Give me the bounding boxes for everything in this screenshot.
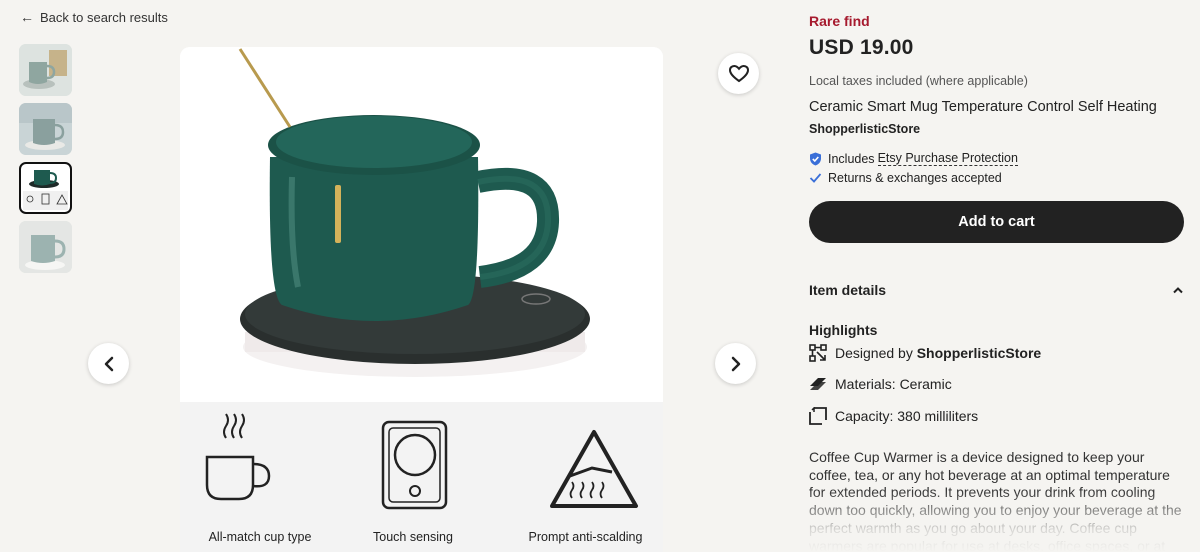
design-tool-icon bbox=[809, 344, 827, 362]
chevron-left-icon bbox=[104, 356, 113, 371]
returns-label: Returns & exchanges accepted bbox=[828, 171, 1002, 185]
price: USD 19.00 bbox=[809, 36, 914, 59]
designed-by-shop-link[interactable]: ShopperlisticStore bbox=[917, 345, 1041, 361]
purchase-protection: Includes Etsy Purchase Protection bbox=[809, 151, 1018, 166]
item-description: Coffee Cup Warmer is a device designed t… bbox=[809, 449, 1182, 552]
chevron-up-icon bbox=[1173, 287, 1183, 294]
feature-cup-type: All-match cup type bbox=[180, 402, 340, 552]
highlight-designed-by: Designed by ShopperlisticStore bbox=[809, 344, 1041, 362]
taxes-note: Local taxes included (where applicable) bbox=[809, 74, 1028, 88]
mug-photo bbox=[180, 47, 663, 402]
designed-by-label: Designed by bbox=[835, 345, 913, 361]
rare-find-badge: Rare find bbox=[809, 13, 870, 29]
shield-check-icon bbox=[810, 152, 821, 165]
material-icon bbox=[810, 378, 826, 390]
feature-label: Prompt anti-scalding bbox=[528, 530, 643, 544]
product-title: Ceramic Smart Mug Temperature Control Se… bbox=[809, 99, 1157, 115]
returns-accepted: Returns & exchanges accepted bbox=[809, 171, 1002, 185]
next-image-button[interactable] bbox=[715, 343, 756, 384]
favorite-button[interactable] bbox=[718, 53, 759, 94]
feature-touch-sensing: Touch sensing bbox=[333, 402, 493, 552]
feature-label: Touch sensing bbox=[373, 530, 453, 544]
highlights-heading: Highlights bbox=[809, 322, 878, 338]
thumbnail-3[interactable] bbox=[19, 162, 72, 214]
capacity-icon bbox=[809, 407, 827, 425]
purchase-protection-link[interactable]: Etsy Purchase Protection bbox=[877, 151, 1018, 166]
thumbnail-2[interactable] bbox=[19, 103, 72, 155]
back-to-search-link[interactable]: ← Back to search results bbox=[20, 9, 168, 25]
back-link-label: Back to search results bbox=[40, 9, 168, 25]
materials-text: Materials: Ceramic bbox=[835, 376, 952, 392]
item-details-heading: Item details bbox=[809, 282, 887, 298]
capacity-text: Capacity: 380 milliliters bbox=[835, 408, 979, 424]
warning-hot-icon bbox=[550, 430, 638, 508]
chevron-right-icon bbox=[731, 356, 740, 371]
arrow-left-icon: ← bbox=[20, 9, 34, 25]
feature-label: All-match cup type bbox=[208, 530, 312, 544]
thumbnail-list bbox=[19, 44, 72, 273]
features-strip: All-match cup type Touch sensing Prompt … bbox=[180, 402, 663, 552]
highlight-capacity: Capacity: 380 milliliters bbox=[809, 407, 978, 425]
highlight-materials: Materials: Ceramic bbox=[809, 376, 952, 392]
add-to-cart-button[interactable]: Add to cart bbox=[809, 201, 1184, 243]
checkmark-icon bbox=[809, 173, 822, 183]
protection-prefix: Includes bbox=[828, 151, 875, 166]
feature-anti-scalding: Prompt anti-scalding bbox=[508, 402, 663, 552]
touch-panel-icon bbox=[381, 420, 448, 510]
shop-name-link[interactable]: ShopperlisticStore bbox=[809, 122, 920, 136]
item-details-toggle[interactable]: Item details bbox=[809, 282, 1184, 298]
heart-icon bbox=[728, 64, 749, 82]
previous-image-button[interactable] bbox=[88, 343, 129, 384]
cup-icon bbox=[205, 413, 271, 501]
thumbnail-4[interactable] bbox=[19, 221, 72, 273]
main-product-image[interactable]: All-match cup type Touch sensing Prompt … bbox=[180, 47, 663, 552]
thumbnail-1[interactable] bbox=[19, 44, 72, 96]
